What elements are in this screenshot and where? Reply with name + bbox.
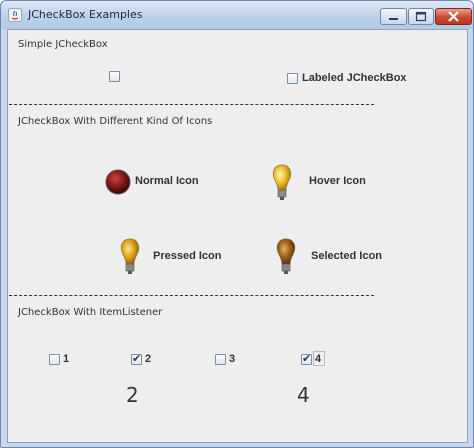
checkbox-4-label[interactable]: 4 — [315, 353, 321, 365]
content-pane: Simple JCheckBox Labeled JCheckBox JChec… — [7, 29, 468, 443]
pressed-icon-label[interactable]: Pressed Icon — [153, 250, 221, 262]
separator — [9, 295, 374, 296]
selected-icon-label[interactable]: Selected Icon — [311, 250, 382, 262]
checkbox-3-label[interactable]: 3 — [229, 353, 235, 365]
section-heading-icons: JCheckBox With Different Kind Of Icons — [18, 116, 213, 127]
section-heading-itemlistener: JCheckBox With ItemListener — [18, 307, 163, 318]
checkbox-1-label[interactable]: 1 — [63, 353, 69, 365]
result-left: 2 — [126, 383, 139, 407]
maximize-button[interactable] — [408, 8, 434, 25]
red-ball-icon — [105, 169, 131, 195]
pressed-icon-checkbox[interactable]: Pressed Icon — [118, 237, 228, 277]
lightbulb-icon — [276, 238, 296, 274]
maximize-icon — [415, 11, 427, 22]
application-window: JCheckBox Examples Simple JCheckBox Labe… — [0, 0, 474, 448]
window-title: JCheckBox Examples — [28, 8, 143, 21]
close-button[interactable] — [435, 8, 472, 25]
checkbox-4[interactable]: ✔ — [301, 352, 312, 365]
normal-icon-label[interactable]: Normal Icon — [135, 175, 199, 187]
unlabeled-checkbox[interactable] — [109, 71, 120, 82]
close-icon — [448, 11, 459, 22]
checkbox-2[interactable]: ✔ — [131, 352, 142, 365]
labeled-checkbox[interactable] — [287, 73, 298, 84]
labeled-checkbox-label[interactable]: Labeled JCheckBox — [302, 72, 407, 84]
minimize-icon — [389, 18, 398, 20]
lightbulb-icon — [120, 238, 140, 274]
checkmark-icon: ✔ — [132, 352, 142, 365]
checkbox-2-label[interactable]: 2 — [145, 353, 151, 365]
hover-icon-checkbox[interactable]: Hover Icon — [270, 163, 380, 203]
minimize-button[interactable] — [380, 8, 407, 25]
title-bar[interactable]: JCheckBox Examples — [1, 1, 473, 29]
section-heading-simple: Simple JCheckBox — [18, 39, 108, 50]
result-right: 4 — [297, 383, 310, 407]
normal-icon-checkbox[interactable]: Normal Icon — [105, 168, 205, 198]
java-app-icon — [8, 8, 22, 22]
separator — [9, 104, 374, 105]
hover-icon-label[interactable]: Hover Icon — [309, 175, 366, 187]
checkbox-3[interactable] — [215, 354, 226, 365]
lightbulb-icon — [272, 164, 292, 200]
selected-icon-checkbox[interactable]: Selected Icon — [274, 237, 384, 277]
checkbox-1[interactable] — [49, 354, 60, 365]
checkmark-icon: ✔ — [302, 352, 312, 365]
